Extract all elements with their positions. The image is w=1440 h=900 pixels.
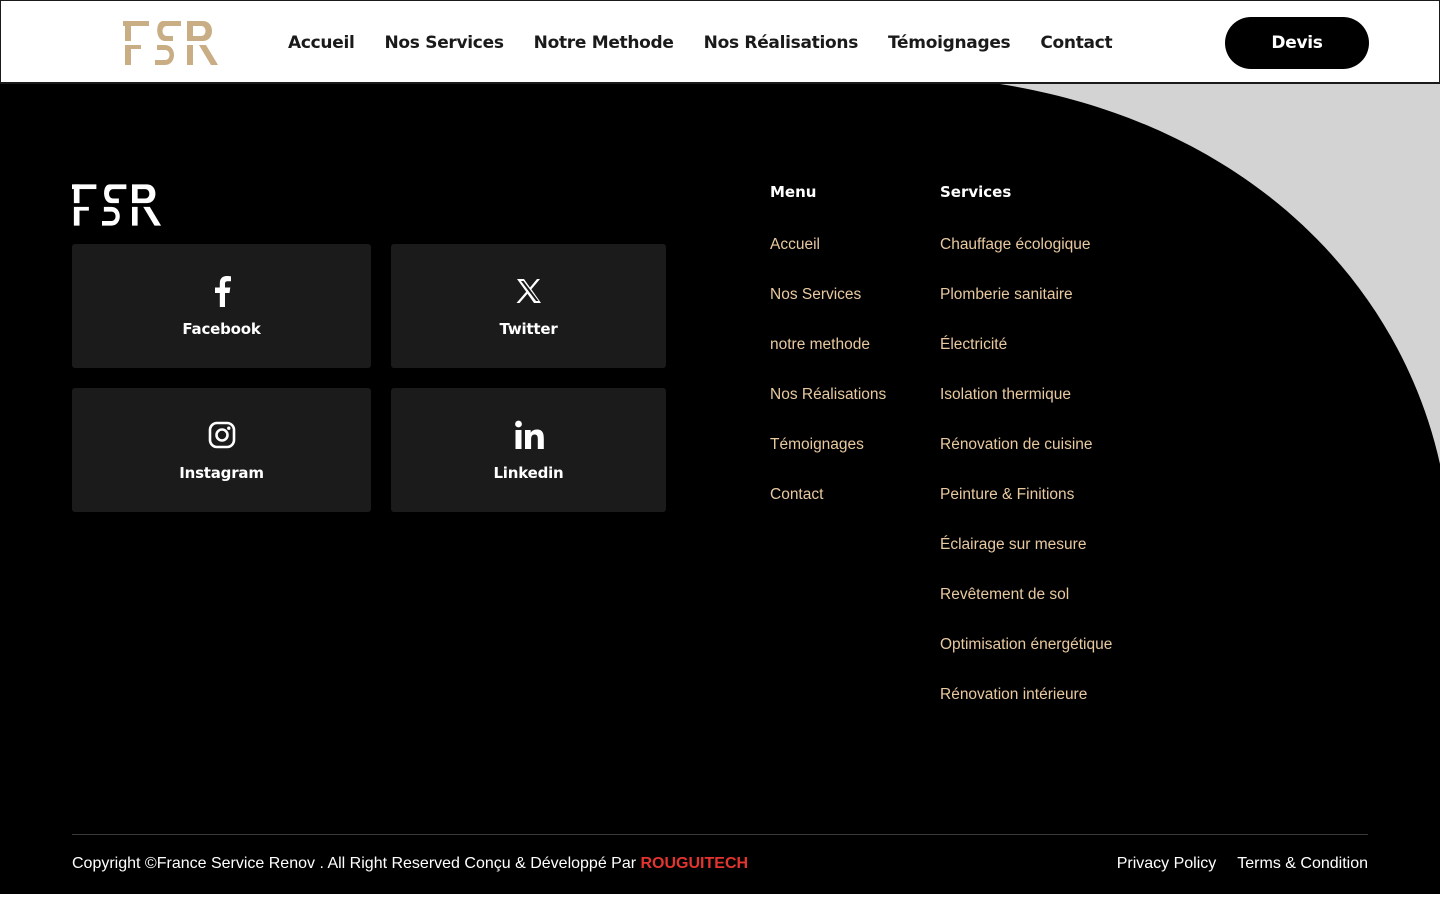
linkedin-link[interactable]: Linkedin bbox=[391, 388, 666, 512]
menu-item-temoignages[interactable]: Témoignages bbox=[770, 434, 886, 484]
developer-link[interactable]: ROUGUITECH bbox=[641, 855, 749, 872]
footer-fsr-logo[interactable] bbox=[72, 184, 162, 226]
linkedin-label: Linkedin bbox=[493, 464, 564, 482]
nav-contact[interactable]: Contact bbox=[1040, 33, 1112, 53]
menu-item-nos-services[interactable]: Nos Services bbox=[770, 284, 886, 334]
linkedin-icon bbox=[514, 418, 544, 452]
footer-divider bbox=[72, 834, 1368, 835]
service-item[interactable]: Peinture & Finitions bbox=[940, 484, 1112, 534]
facebook-icon bbox=[213, 274, 231, 308]
terms-condition-link[interactable]: Terms & Condition bbox=[1237, 855, 1368, 873]
devis-button[interactable]: Devis bbox=[1225, 17, 1369, 69]
nav-nos-realisations[interactable]: Nos Réalisations bbox=[704, 33, 859, 53]
site-header: Accueil Nos Services Notre Methode Nos R… bbox=[0, 0, 1440, 84]
menu-list: Accueil Nos Services notre methode Nos R… bbox=[770, 234, 886, 534]
menu-item-notre-methode[interactable]: notre methode bbox=[770, 334, 886, 384]
copyright-text: Copyright ©France Service Renov . All Ri… bbox=[72, 855, 748, 873]
service-item[interactable]: Isolation thermique bbox=[940, 384, 1112, 434]
service-item[interactable]: Rénovation intérieure bbox=[940, 684, 1112, 734]
menu-item-contact[interactable]: Contact bbox=[770, 484, 886, 534]
facebook-link[interactable]: Facebook bbox=[72, 244, 371, 368]
nav-notre-methode[interactable]: Notre Methode bbox=[534, 33, 674, 53]
site-footer: Facebook Twitter Instagram Linkedin Menu… bbox=[0, 84, 1440, 894]
instagram-link[interactable]: Instagram bbox=[72, 388, 371, 512]
instagram-icon bbox=[208, 418, 236, 452]
legal-links: Privacy Policy Terms & Condition bbox=[1096, 855, 1368, 873]
facebook-label: Facebook bbox=[182, 320, 261, 338]
nav-temoignages[interactable]: Témoignages bbox=[888, 33, 1011, 53]
menu-item-accueil[interactable]: Accueil bbox=[770, 234, 886, 284]
copyright-main: Copyright ©France Service Renov . All Ri… bbox=[72, 855, 641, 872]
privacy-policy-link[interactable]: Privacy Policy bbox=[1117, 855, 1217, 873]
service-item[interactable]: Chauffage écologique bbox=[940, 234, 1112, 284]
menu-item-nos-realisations[interactable]: Nos Réalisations bbox=[770, 384, 886, 434]
services-list: Chauffage écologique Plomberie sanitaire… bbox=[940, 234, 1112, 734]
nav-nos-services[interactable]: Nos Services bbox=[385, 33, 504, 53]
nav-accueil[interactable]: Accueil bbox=[288, 33, 355, 53]
service-item[interactable]: Électricité bbox=[940, 334, 1112, 384]
fsr-logo[interactable] bbox=[123, 21, 219, 65]
x-twitter-icon bbox=[515, 274, 543, 308]
service-item[interactable]: Éclairage sur mesure bbox=[940, 534, 1112, 584]
service-item[interactable]: Plomberie sanitaire bbox=[940, 284, 1112, 334]
instagram-label: Instagram bbox=[179, 464, 264, 482]
service-item[interactable]: Rénovation de cuisine bbox=[940, 434, 1112, 484]
main-nav: Accueil Nos Services Notre Methode Nos R… bbox=[288, 1, 1142, 85]
service-item[interactable]: Optimisation énergétique bbox=[940, 634, 1112, 684]
twitter-label: Twitter bbox=[499, 320, 558, 338]
page-bottom-edge bbox=[0, 894, 1440, 900]
services-column-title: Services bbox=[940, 183, 1012, 201]
menu-column-title: Menu bbox=[770, 183, 817, 201]
twitter-link[interactable]: Twitter bbox=[391, 244, 666, 368]
service-item[interactable]: Revêtement de sol bbox=[940, 584, 1112, 634]
